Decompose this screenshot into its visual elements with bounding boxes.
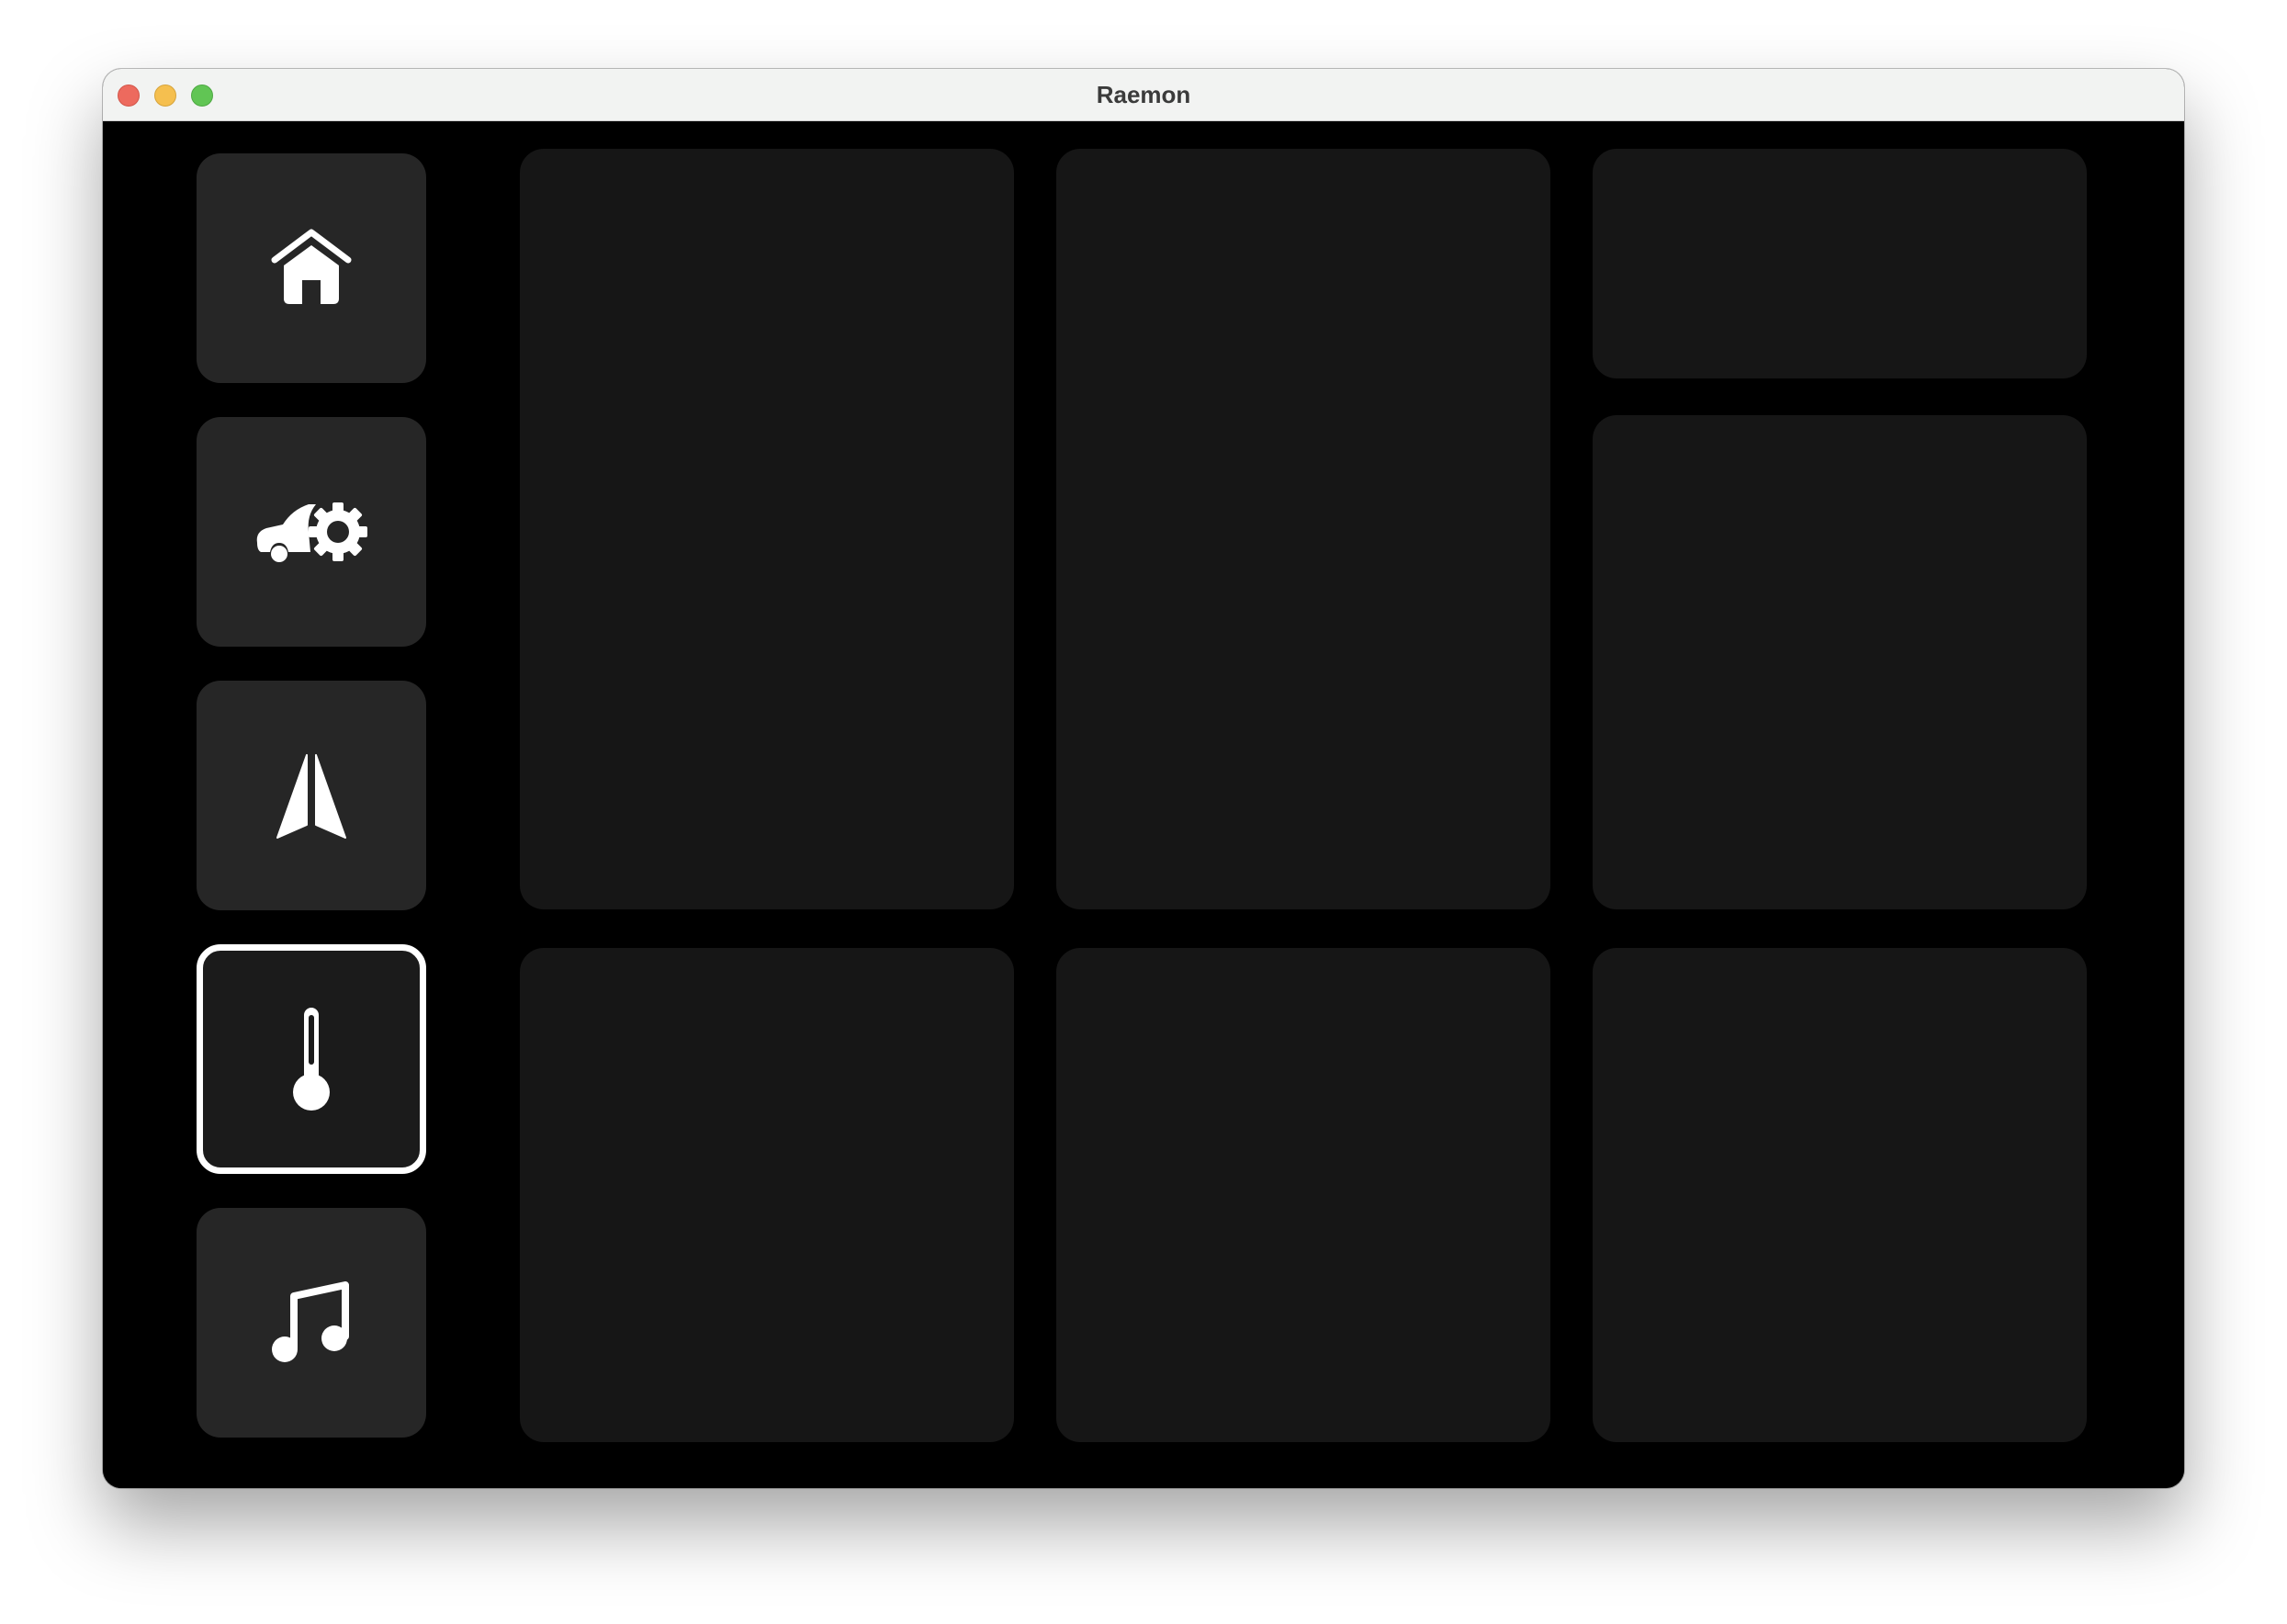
dashboard-tile-3[interactable] bbox=[1593, 149, 2087, 378]
dashboard-tile-4[interactable] bbox=[1593, 415, 2087, 909]
home-icon bbox=[271, 229, 352, 304]
dashboard-tile-5[interactable] bbox=[520, 948, 1014, 1442]
dashboard-tile-7[interactable] bbox=[1593, 948, 2087, 1442]
dashboard-tile-2[interactable] bbox=[1056, 149, 1550, 909]
main-content bbox=[103, 121, 2184, 1488]
car-gear-icon bbox=[256, 502, 367, 562]
nav-navigation-button[interactable] bbox=[197, 681, 426, 910]
navigation-arrow-icon bbox=[276, 754, 346, 839]
dashboard-tile-6[interactable] bbox=[1056, 948, 1550, 1442]
nav-climate-button[interactable] bbox=[197, 944, 426, 1174]
nav-vehicle-settings-button[interactable] bbox=[197, 417, 426, 647]
nav-home-button[interactable] bbox=[197, 153, 426, 383]
nav-media-button[interactable] bbox=[197, 1208, 426, 1438]
app-window: Raemon bbox=[103, 69, 2184, 1488]
window-title: Raemon bbox=[1096, 81, 1191, 108]
title-bar[interactable]: Raemon bbox=[103, 69, 2184, 121]
dashboard-tile-1[interactable] bbox=[520, 149, 1014, 909]
music-note-icon bbox=[272, 1281, 349, 1362]
thermometer-icon bbox=[293, 1008, 330, 1111]
